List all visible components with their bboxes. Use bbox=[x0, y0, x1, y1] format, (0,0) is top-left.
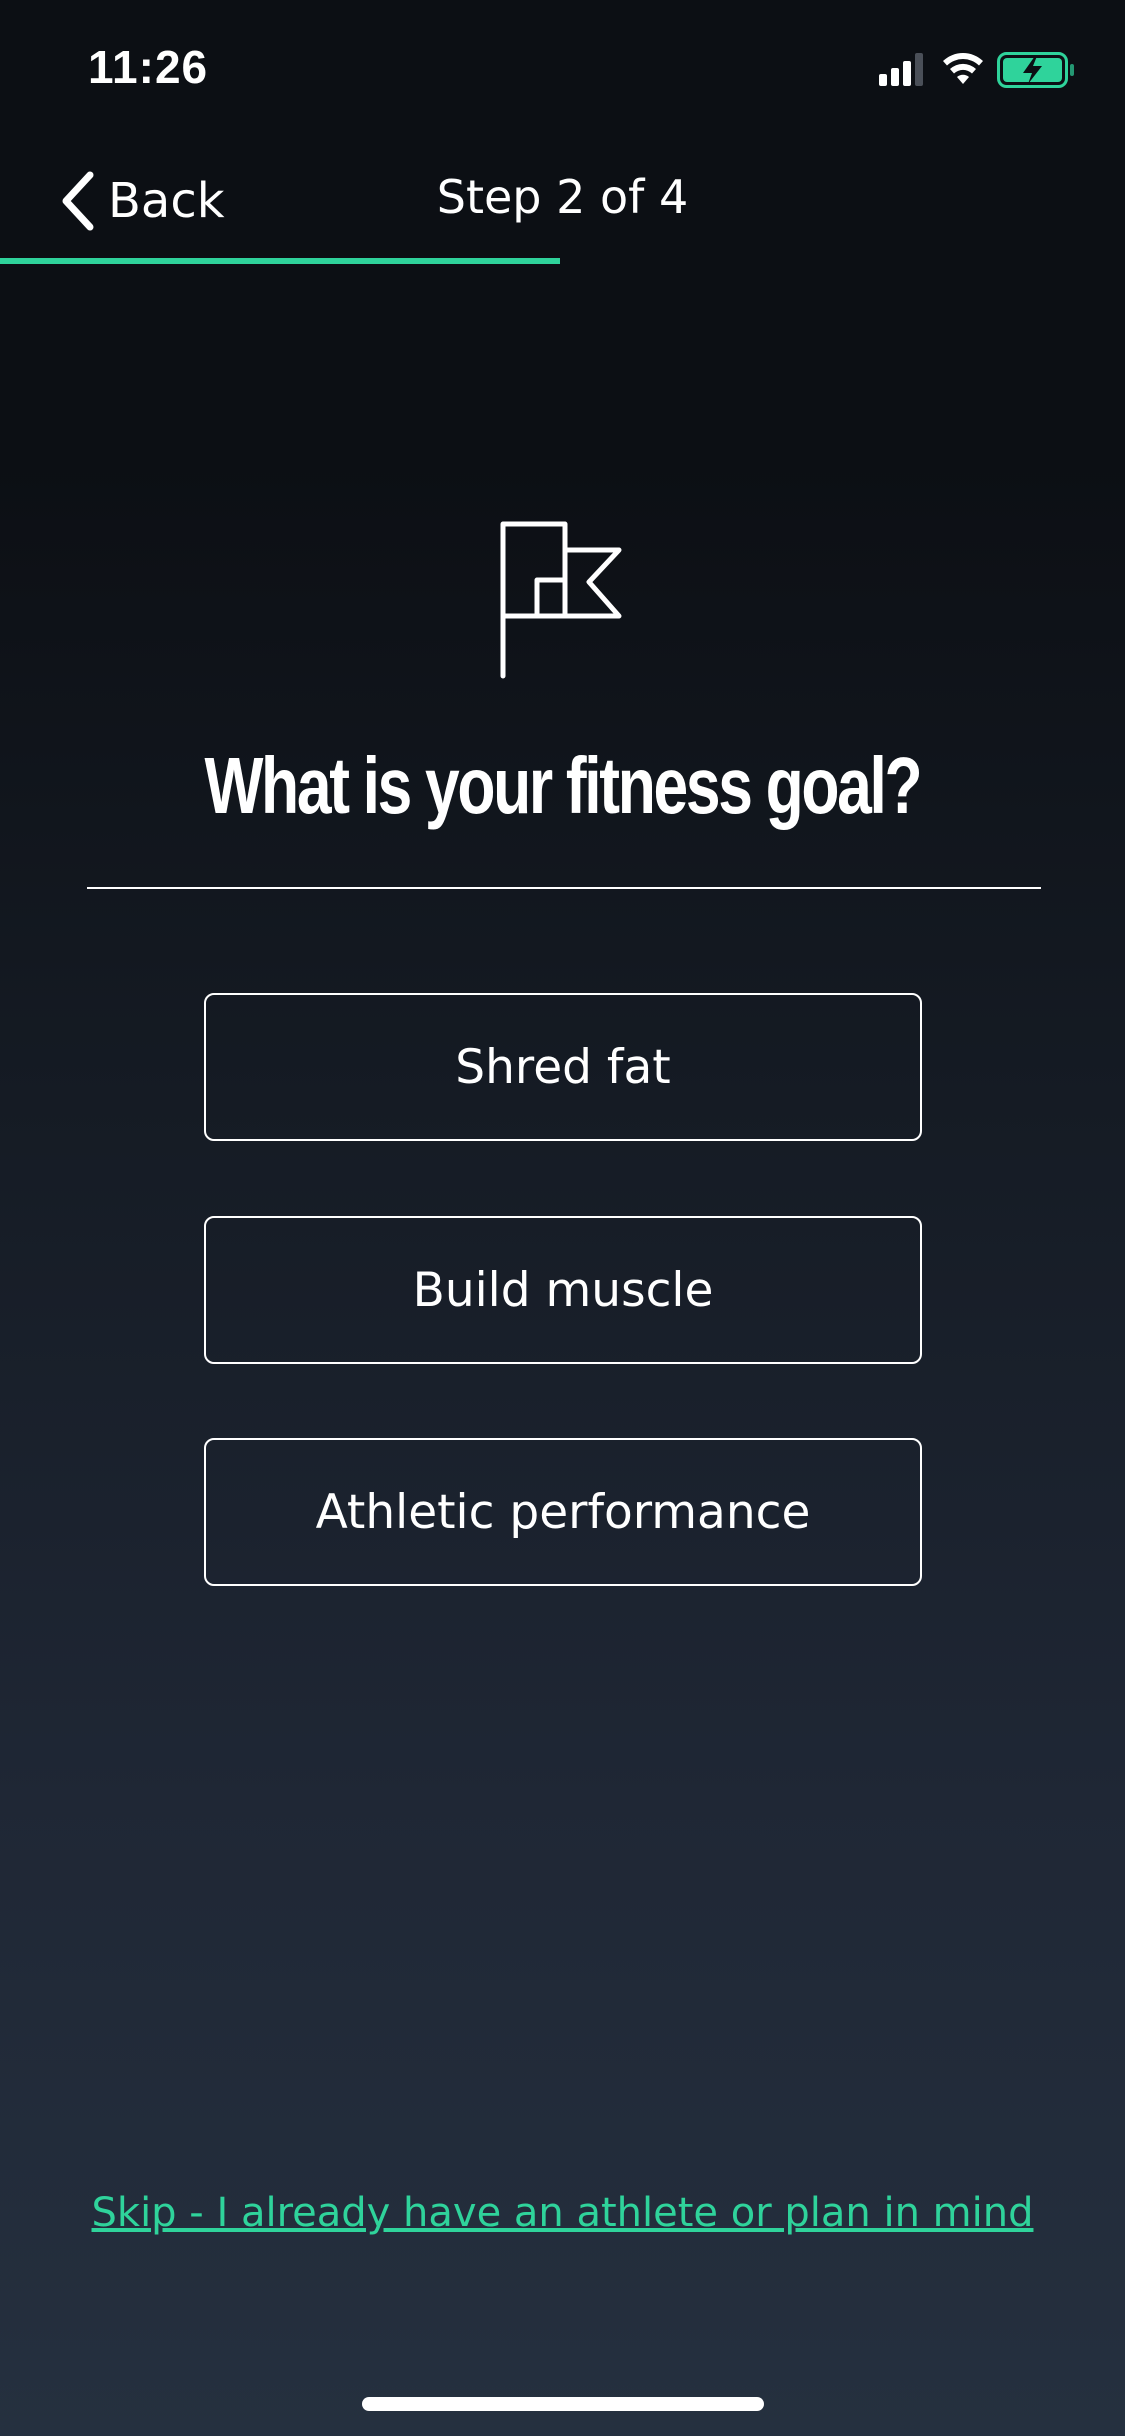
question-title: What is your fitness goal? bbox=[204, 741, 922, 830]
skip-link[interactable]: Skip - I already have an athlete or plan… bbox=[0, 2190, 1125, 2236]
progress-bar bbox=[0, 258, 1125, 264]
signal-icon bbox=[879, 53, 923, 86]
battery-charging-icon bbox=[997, 52, 1074, 88]
step-title: Step 2 of 4 bbox=[436, 170, 689, 224]
progress-fill bbox=[0, 258, 560, 264]
wifi-icon bbox=[943, 53, 983, 84]
option-build-muscle[interactable]: Build muscle bbox=[204, 1216, 922, 1364]
home-indicator bbox=[362, 2397, 764, 2411]
status-time: 11:26 bbox=[88, 41, 209, 93]
option-athletic-performance[interactable]: Athletic performance bbox=[204, 1438, 922, 1586]
status-icons bbox=[879, 50, 1079, 90]
option-shred-fat[interactable]: Shred fat bbox=[204, 993, 922, 1141]
status-bar: 11:26 bbox=[0, 0, 1125, 132]
flag-icon bbox=[500, 521, 622, 679]
nav-bar: Back Step 2 of 4 bbox=[0, 150, 1125, 262]
divider bbox=[87, 887, 1041, 889]
